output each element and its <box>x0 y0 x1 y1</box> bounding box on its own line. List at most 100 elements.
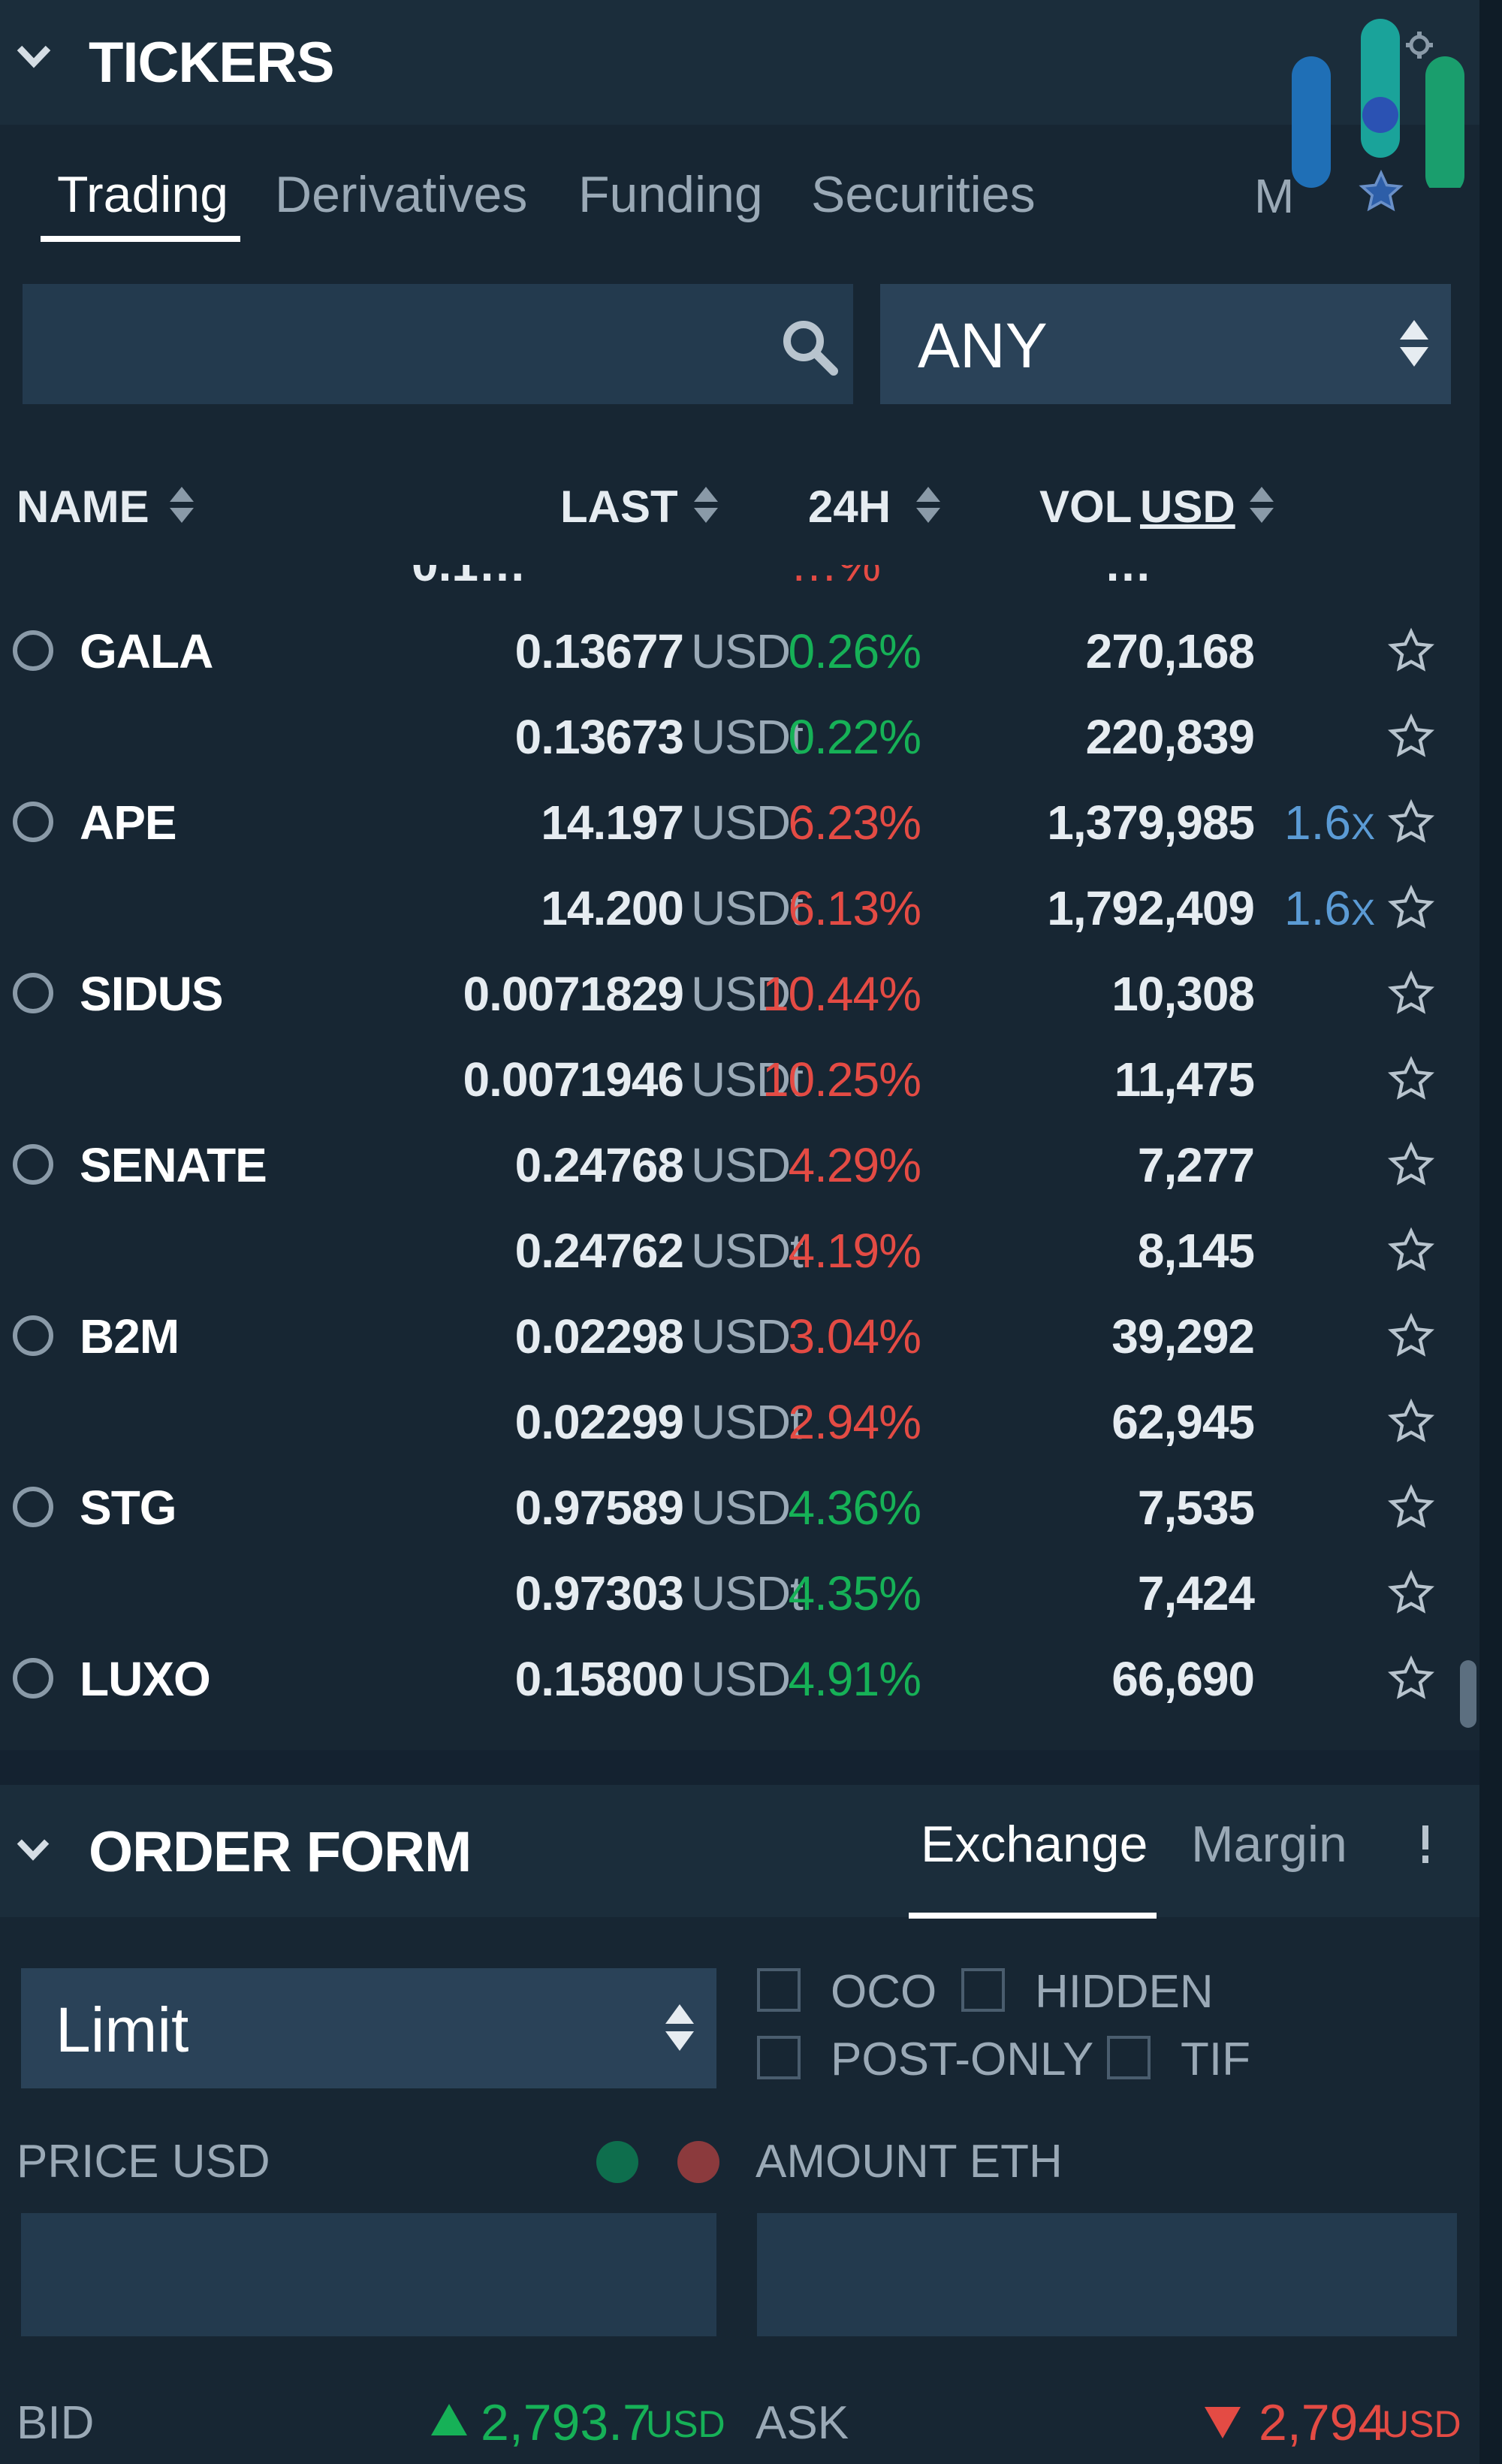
brand-logo <box>1292 19 1464 188</box>
favorites-star-icon[interactable] <box>1358 169 1404 216</box>
star-icon[interactable] <box>1386 969 1436 1019</box>
oco-checkbox[interactable] <box>757 1968 801 2012</box>
column-header-name[interactable]: NAME <box>17 481 149 533</box>
price-currency: USD <box>691 1652 791 1706</box>
star-icon[interactable] <box>1386 1055 1436 1104</box>
last-price: 0.02298 <box>514 1309 684 1363</box>
volume: 11,475 <box>1114 1052 1255 1107</box>
ticker-symbol: GALA <box>80 624 213 678</box>
price-currency: USDt <box>691 1566 804 1620</box>
tab-securities[interactable]: Securities <box>811 165 1036 224</box>
table-row[interactable]: B2M 0.02298 USD 3.04% 39,292 <box>0 1294 1479 1379</box>
sort-arrows-icon[interactable] <box>1247 484 1277 526</box>
leverage-x: X <box>1350 808 1375 847</box>
tab-m[interactable]: M <box>1254 168 1294 224</box>
table-row[interactable]: SIDUS 0.0071829 USD 10.44% 10,308 <box>0 951 1479 1037</box>
ask-value[interactable]: 2,794 <box>1259 2393 1386 2452</box>
tab-derivatives[interactable]: Derivatives <box>275 165 527 224</box>
star-icon[interactable] <box>1386 798 1436 847</box>
post-only-checkbox[interactable] <box>757 2036 801 2079</box>
star-icon[interactable] <box>1386 1312 1436 1361</box>
table-row[interactable]: 0.24762 USDt 4.19% 8,145 <box>0 1208 1479 1294</box>
sort-arrows-icon[interactable] <box>167 484 197 526</box>
radio-icon[interactable] <box>11 1484 56 1529</box>
bid-price-dot[interactable] <box>596 2141 638 2183</box>
price-currency: USD <box>691 1309 791 1363</box>
star-icon[interactable] <box>1386 1654 1436 1704</box>
star-icon[interactable] <box>1386 1397 1436 1447</box>
radio-icon[interactable] <box>11 628 56 673</box>
star-icon[interactable] <box>1386 627 1436 676</box>
amount-input[interactable] <box>757 2213 1457 2336</box>
change-24h: 4.19% <box>788 1224 921 1278</box>
last-price: 0.0071829 <box>463 967 684 1021</box>
radio-icon[interactable] <box>11 1656 56 1701</box>
table-row[interactable]: 14.200 USDt 6.13% 1,792,409 1.6X <box>0 865 1479 951</box>
table-row[interactable]: 0.13673 USDt 0.22% 220,839 <box>0 694 1479 780</box>
scrollbar-thumb[interactable] <box>1460 1660 1476 1728</box>
chevron-down-icon[interactable] <box>17 1833 50 1866</box>
star-icon[interactable] <box>1386 1140 1436 1190</box>
hidden-checkbox[interactable] <box>961 1968 1005 2012</box>
last-price: 0.97589 <box>514 1481 684 1535</box>
column-header-24h[interactable]: 24H <box>808 481 891 533</box>
table-row[interactable]: 0.0071946 USDt 10.25% 11,475 <box>0 1037 1479 1122</box>
arrow-down-icon <box>1205 2407 1241 2438</box>
table-row[interactable]: APE 14.197 USD 6.23% 1,379,985 1.6X <box>0 780 1479 865</box>
star-icon[interactable] <box>1386 1569 1436 1618</box>
volume: 62,945 <box>1111 1395 1255 1449</box>
last-price: 14.200 <box>541 881 684 935</box>
table-row[interactable]: GALA 0.13677 USD 0.26% 270,168 <box>0 608 1479 694</box>
leverage-x: X <box>1350 893 1375 933</box>
bid-unit: USD <box>646 2403 725 2445</box>
table-row[interactable]: 0.02299 USDt 2.94% 62,945 <box>0 1379 1479 1465</box>
star-icon[interactable] <box>1386 712 1436 762</box>
ask-label: ASK <box>756 2397 849 2449</box>
tab-trading[interactable]: Trading <box>57 165 228 224</box>
ticker-symbol: APE <box>80 796 177 850</box>
price-currency: USD <box>691 1481 791 1535</box>
tab-margin[interactable]: Margin <box>1191 1815 1347 1874</box>
order-form-title: ORDER FORM <box>89 1820 472 1884</box>
radio-icon[interactable] <box>11 971 56 1016</box>
table-row[interactable]: 0.97303 USDt 4.35% 7,424 <box>0 1551 1479 1636</box>
column-header-vol-unit[interactable]: USD <box>1140 481 1235 533</box>
bid-value[interactable]: 2,793.7 <box>481 2393 651 2452</box>
table-row[interactable]: SENATE 0.24768 USD 4.29% 7,277 <box>0 1122 1479 1208</box>
tif-checkbox[interactable] <box>1107 2036 1151 2079</box>
change-24h: 10.44% <box>762 967 921 1021</box>
price-input[interactable] <box>21 2213 716 2336</box>
tab-exchange[interactable]: Exchange <box>921 1815 1148 1874</box>
panel-divider <box>0 1750 1479 1785</box>
leverage-badge: 1.6X <box>1284 880 1375 936</box>
radio-icon[interactable] <box>11 1142 56 1187</box>
star-icon[interactable] <box>1386 1483 1436 1532</box>
tab-funding[interactable]: Funding <box>578 165 763 224</box>
star-icon[interactable] <box>1386 883 1436 933</box>
star-icon[interactable] <box>1386 1226 1436 1276</box>
leverage-badge: 1.6X <box>1284 795 1375 850</box>
last-price: 14.197 <box>541 796 684 850</box>
change-24h: 10.25% <box>762 1052 921 1107</box>
post-only-label: POST-ONLY <box>831 2034 1094 2085</box>
sort-arrows-icon[interactable] <box>913 484 943 526</box>
change-24h: 4.91% <box>788 1652 921 1706</box>
search-icon[interactable] <box>780 317 840 377</box>
change-24h: 4.29% <box>788 1138 921 1192</box>
change-24h: 2.94% <box>788 1395 921 1449</box>
active-tab-indicator <box>41 236 240 242</box>
search-input[interactable] <box>23 284 853 404</box>
chevron-down-icon[interactable] <box>17 39 51 74</box>
more-options-icon[interactable] <box>1419 1822 1431 1868</box>
ask-price-dot[interactable] <box>677 2141 719 2183</box>
radio-icon[interactable] <box>11 799 56 844</box>
order-type-value: Limit <box>56 1994 189 2065</box>
volume: 7,424 <box>1137 1566 1255 1620</box>
table-row[interactable]: LUXO 0.15800 USD 4.91% 66,690 <box>0 1636 1479 1722</box>
column-header-vol[interactable]: VOL <box>1039 481 1132 533</box>
ticker-symbol: LUXO <box>80 1652 211 1706</box>
table-row[interactable]: STG 0.97589 USD 4.36% 7,535 <box>0 1465 1479 1551</box>
sort-arrows-icon[interactable] <box>691 484 721 526</box>
column-header-last[interactable]: LAST <box>560 481 678 533</box>
radio-icon[interactable] <box>11 1313 56 1358</box>
